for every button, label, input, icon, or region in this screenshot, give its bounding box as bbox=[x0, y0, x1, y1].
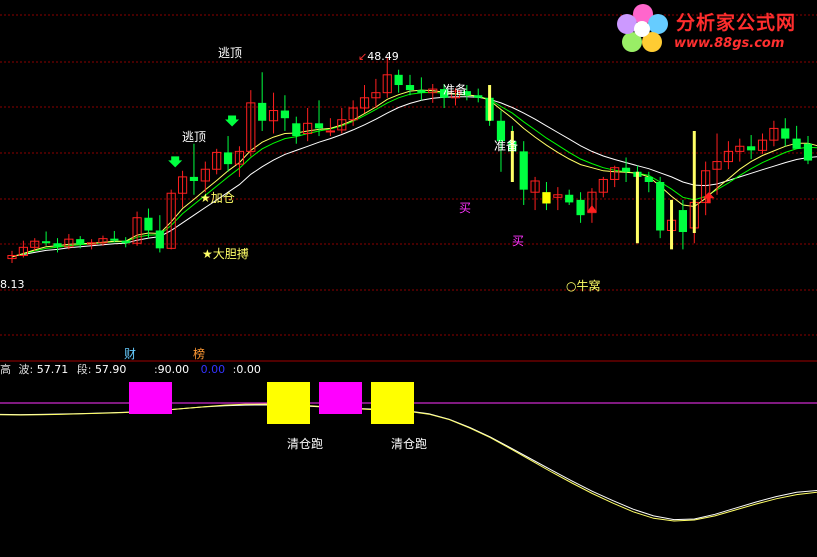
candle-body-down bbox=[53, 243, 62, 247]
candle-body-down bbox=[781, 128, 790, 139]
candle-body-down bbox=[519, 151, 528, 190]
candle-body-down bbox=[474, 95, 483, 98]
candle-body-down bbox=[155, 230, 164, 249]
clear-run-label-1: 清仓跑 bbox=[287, 437, 324, 451]
price-high-label: ↙48.49 bbox=[358, 50, 399, 63]
up-triangle-icon bbox=[586, 204, 597, 212]
bold-fight-label: ★大胆搏 bbox=[202, 247, 249, 261]
down-arrow-icon bbox=[225, 115, 240, 127]
cai-tag: 财 bbox=[124, 347, 137, 361]
escape-top-label-1: 逃顶 bbox=[218, 46, 243, 60]
segment-label: 段: bbox=[76, 363, 92, 376]
escape-top-label-2: 逃顶 bbox=[182, 130, 207, 144]
candle-body-down bbox=[656, 181, 665, 231]
up-arrow-icon bbox=[702, 192, 715, 204]
prepare-label-2: 准备 bbox=[494, 139, 519, 153]
high-arrow-icon: ↙ bbox=[358, 50, 368, 63]
logo-title: 分析家公式网 bbox=[676, 12, 797, 34]
candle-body-down bbox=[417, 90, 426, 93]
indicator-header: 高 波: 57.71 段: 57.90 :90.00 0.00 :0.00 bbox=[0, 364, 261, 376]
wave-label: 波: bbox=[18, 363, 34, 376]
candle-body-down bbox=[144, 217, 153, 231]
candle-body-down bbox=[678, 210, 688, 233]
yellow-signal-block bbox=[371, 382, 414, 424]
segment-value: 57.90 bbox=[94, 363, 127, 376]
flower-logo-icon bbox=[617, 4, 668, 52]
candle-body-down bbox=[292, 123, 301, 137]
wave-value: 57.71 bbox=[36, 363, 69, 376]
candle-body-down bbox=[110, 238, 119, 241]
high-label: 高 bbox=[0, 363, 11, 376]
bang-tag: 榜 bbox=[193, 347, 206, 361]
candle-body-down bbox=[121, 240, 130, 244]
candle-body-down bbox=[405, 85, 415, 91]
candle-body-down bbox=[280, 110, 290, 119]
candle-body-down bbox=[42, 241, 51, 244]
signal-markers bbox=[168, 85, 715, 250]
blue-value: 0.00 bbox=[200, 363, 226, 376]
logo-url: www.88gs.com bbox=[674, 36, 785, 51]
candle-body-down bbox=[792, 138, 801, 149]
candle-body-down bbox=[576, 199, 585, 216]
candle-body-down bbox=[803, 143, 813, 161]
candle-body-down bbox=[565, 194, 574, 203]
buy-label-1: 买 bbox=[459, 201, 472, 215]
stock-chart bbox=[0, 14, 817, 522]
signal-block bbox=[542, 192, 551, 204]
candle-body-down bbox=[621, 167, 631, 172]
candle-body-down bbox=[747, 146, 756, 151]
clear-run-label-2: 清仓跑 bbox=[391, 437, 428, 451]
candle-body-down bbox=[189, 176, 199, 181]
site-logo: 分析家公式网 www.88gs.com bbox=[614, 2, 814, 56]
last-value: 0.00 bbox=[236, 363, 261, 376]
candle-body-down bbox=[223, 152, 233, 165]
candle-body-up bbox=[325, 130, 335, 133]
yellow-signal-block bbox=[267, 382, 310, 424]
bull-nest-label: ○牛窝 bbox=[566, 279, 601, 293]
price-low-label: 8.13 bbox=[0, 278, 25, 291]
candle-body-down bbox=[258, 102, 267, 121]
candlesticks bbox=[7, 57, 813, 263]
down-arrow-icon bbox=[168, 156, 183, 168]
candle-body-down bbox=[394, 74, 403, 86]
candle-body-down bbox=[314, 123, 324, 129]
add-position-label: ★加仓 bbox=[200, 191, 235, 205]
oscillator-panel bbox=[0, 382, 817, 522]
prepare-label-1: 准备 bbox=[443, 83, 468, 97]
candle-body-down bbox=[76, 239, 85, 245]
magenta-signal-block bbox=[319, 382, 362, 414]
level-value: 90.00 bbox=[157, 363, 190, 376]
buy-label-2: 买 bbox=[512, 234, 525, 248]
magenta-signal-block bbox=[129, 382, 172, 414]
candle-body-down bbox=[644, 176, 653, 182]
